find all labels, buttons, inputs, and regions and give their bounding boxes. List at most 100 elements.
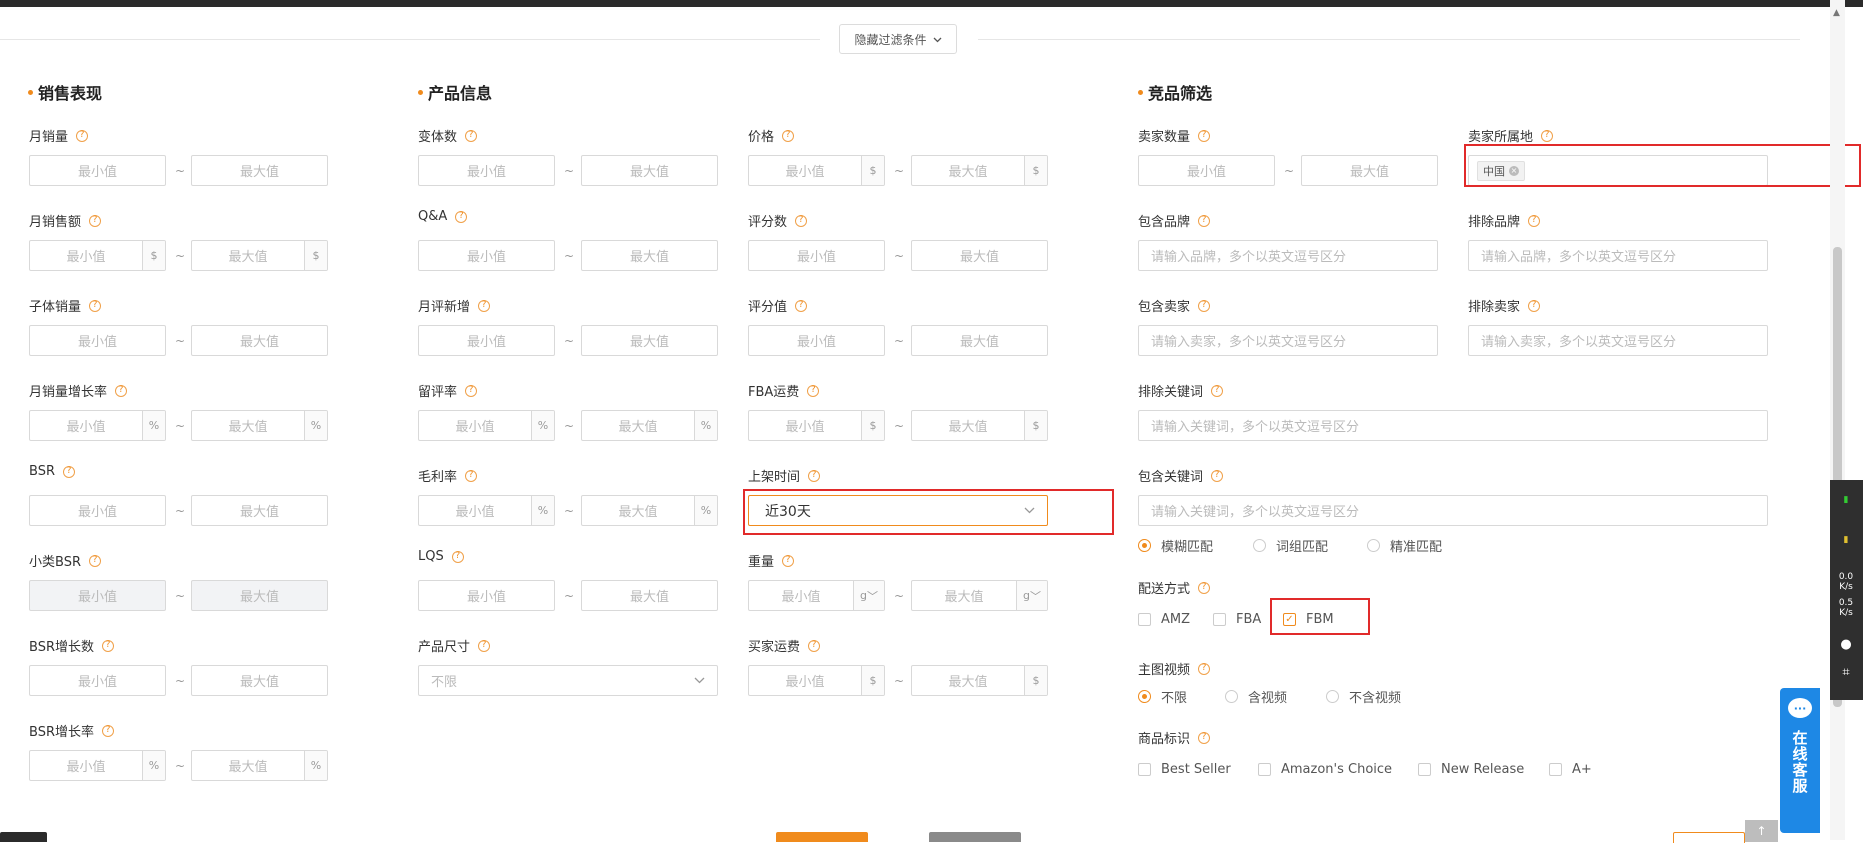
new-reviews-min-input[interactable]: 最小值 [418,325,555,356]
exclude-seller-input[interactable]: 请输入卖家，多个以英文逗号区分 [1468,325,1768,356]
include-seller-input[interactable]: 请输入卖家，多个以英文逗号区分 [1138,325,1438,356]
hide-filters-label: 隐藏过滤条件 [854,32,927,47]
help-icon: ? [101,639,114,652]
badge-new-release-checkbox[interactable]: New Release [1418,762,1524,777]
review-rate-max-input[interactable]: 最大值% [581,410,718,441]
weight-max-input[interactable]: 最大值 g ﹀ [911,580,1048,611]
badge-amazons-choice-checkbox[interactable]: Amazon's Choice [1258,762,1392,777]
divider [0,39,820,40]
rating-value-min-input[interactable]: 最小值 [748,325,885,356]
label-buyer-shipping: 买家运费? [748,636,821,655]
rating-count-min-input[interactable]: 最小值 [748,240,885,271]
video-with-radio[interactable]: 含视频 [1225,687,1287,706]
video-any-radio[interactable]: 不限 [1138,687,1187,706]
monthly-sales-max-input[interactable]: 最大值 [191,155,328,186]
child-sales-min-input[interactable]: 最小值 [29,325,166,356]
child-sales-max-input[interactable]: 最大值 [191,325,328,356]
badge-aplus-checkbox[interactable]: A+ [1549,762,1592,777]
variants-min-input[interactable]: 最小值 [418,155,555,186]
monthly-revenue-max-input[interactable]: 最大值 $ [191,240,328,271]
label-qa: Q&A? [418,209,468,224]
gross-margin-max-input[interactable]: 最大值% [581,495,718,526]
variants-max-input[interactable]: 最大值 [581,155,718,186]
label-lqs: LQS? [418,549,464,564]
new-reviews-max-input[interactable]: 最大值 [581,325,718,356]
gross-margin-min-input[interactable]: 最小值% [418,495,555,526]
label-bsr-growth-rate: BSR增长率? [29,721,114,740]
net-speed-down: 0.5 K/s [1838,598,1854,618]
chat-icon[interactable]: ● [1835,638,1857,651]
shipping-max-input[interactable]: 最大值 $ [911,665,1048,696]
label-monthly-new-reviews: 月评新增? [418,296,491,315]
include-brand-input[interactable]: 请输入品牌，多个以英文逗号区分 [1138,240,1438,271]
sub-bsr-max-input[interactable]: 最大值 [191,580,328,611]
bsr-growth-rate-min-input[interactable]: 最小值% [29,750,166,781]
exclude-keywords-input[interactable]: 请输入关键词，多个以英文逗号区分 [1138,410,1768,441]
search-button[interactable] [776,832,868,842]
monthly-revenue-min-input[interactable]: 最小值 $ [29,240,166,271]
seller-count-max-input[interactable]: 最大值 [1301,155,1438,186]
battery-icon: ▮ [1843,535,1849,545]
label-sales-growth: 月销量增长率? [29,381,128,400]
label-child-sales: 子体销量? [29,296,102,315]
label-bsr-growth: BSR增长数? [29,636,114,655]
lqs-max-input[interactable]: 最大值 [581,580,718,611]
reset-button[interactable] [929,832,1021,842]
online-service-button[interactable]: ··· 在线客服 [1780,688,1820,833]
crop-icon[interactable]: ⌗ [1835,666,1857,679]
price-max-input[interactable]: 最大值 $ [911,155,1048,186]
label-listing-time: 上架时间? [748,466,821,485]
qa-min-input[interactable]: 最小值 [418,240,555,271]
review-rate-min-input[interactable]: 最小值% [418,410,555,441]
sub-bsr-min-input[interactable]: 最小值 [29,580,166,611]
weight-min-input[interactable]: 最小值 g ﹀ [748,580,885,611]
match-fuzzy-radio[interactable]: 模糊匹配 [1138,536,1213,555]
exclude-brand-input[interactable]: 请输入品牌，多个以英文逗号区分 [1468,240,1768,271]
rating-count-max-input[interactable]: 最大值 [911,240,1048,271]
label-seller-location: 卖家所属地? [1468,126,1554,145]
label-product-size: 产品尺寸? [418,636,491,655]
shipping-min-input[interactable]: 最小值 $ [748,665,885,696]
range-tilde: ~ [175,164,186,178]
monthly-sales-min-input[interactable]: 最小值 [29,155,166,186]
bsr-growth-min-input[interactable]: 最小值 [29,665,166,696]
delivery-fba-checkbox[interactable]: FBA [1213,612,1261,627]
weight-unit-select[interactable]: g ﹀ [853,581,884,610]
bsr-growth-max-input[interactable]: 最大值 [191,665,328,696]
delivery-amz-checkbox[interactable]: AMZ [1138,612,1190,627]
match-exact-radio[interactable]: 精准匹配 [1367,536,1442,555]
seller-count-min-input[interactable]: 最小值 [1138,155,1275,186]
section-title-product: 产品信息 [418,80,492,104]
back-to-top-button[interactable]: ↑ [1745,820,1778,842]
include-keywords-input[interactable]: 请输入关键词，多个以英文逗号区分 [1138,495,1768,526]
sales-growth-min-input[interactable]: 最小值% [29,410,166,441]
qa-max-input[interactable]: 最大值 [581,240,718,271]
product-size-select[interactable]: 不限 [418,665,718,696]
sales-growth-max-input[interactable]: 最大值% [191,410,328,441]
bsr-min-input[interactable]: 最小值 [29,495,166,526]
label-rating-count: 评分数? [748,211,808,230]
price-min-input[interactable]: 最小值 $ [748,155,885,186]
help-icon: ? [62,465,75,478]
fba-fee-max-input[interactable]: 最大值 $ [911,410,1048,441]
weight-unit-select[interactable]: g ﹀ [1016,581,1047,610]
help-icon: ? [465,469,478,482]
badge-best-seller-checkbox[interactable]: Best Seller [1138,762,1231,777]
range-tilde: ~ [894,164,905,178]
scroll-up-icon[interactable]: ▲ [1833,8,1840,18]
lqs-min-input[interactable]: 最小值 [418,580,555,611]
hide-filters-button[interactable]: 隐藏过滤条件 [839,24,957,54]
range-tilde: ~ [564,164,575,178]
label-rating-value: 评分值? [748,296,808,315]
match-phrase-radio[interactable]: 词组匹配 [1253,536,1328,555]
net-speed-up: 0.0 K/s [1838,572,1854,592]
highlight-box [1464,144,1861,187]
rating-value-max-input[interactable]: 最大值 [911,325,1048,356]
range-tilde: ~ [894,419,905,433]
fba-fee-min-input[interactable]: 最小值 $ [748,410,885,441]
save-filter-button[interactable] [1673,832,1745,843]
video-without-radio[interactable]: 不含视频 [1326,687,1401,706]
bsr-growth-rate-max-input[interactable]: 最大值% [191,750,328,781]
range-tilde: ~ [175,334,186,348]
bsr-max-input[interactable]: 最大值 [191,495,328,526]
